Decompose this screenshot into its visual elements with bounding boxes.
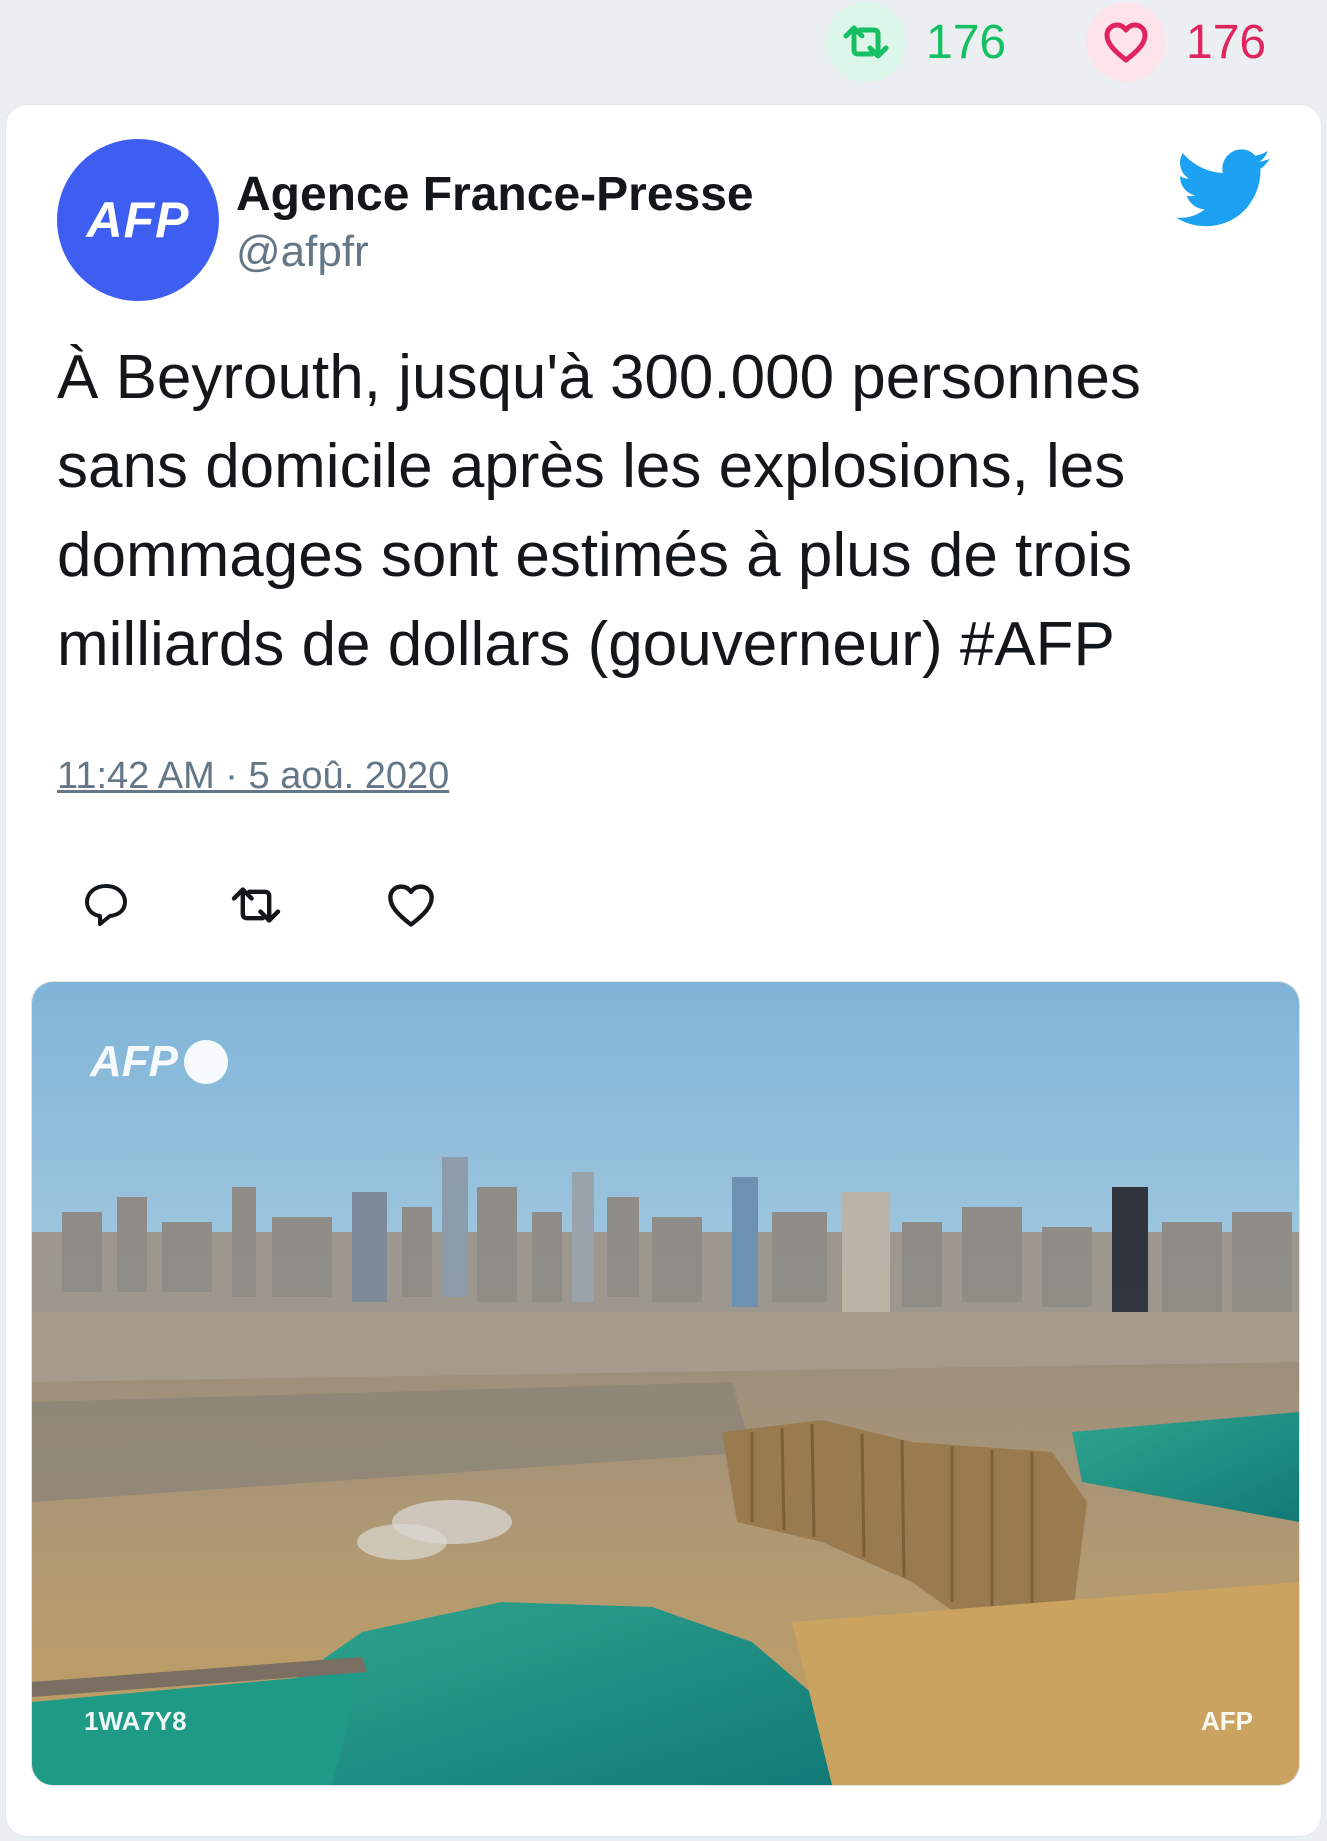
heart-icon[interactable] [1086, 2, 1166, 82]
beirut-port-photo [32, 982, 1299, 1785]
author-name[interactable]: Agence France-Presse [236, 167, 754, 222]
watermark-logo: AFP [90, 1037, 228, 1087]
like-stat[interactable]: 176 [1086, 0, 1266, 84]
retweet-icon[interactable] [826, 2, 906, 82]
avatar-text: AFP [86, 192, 190, 248]
tweet-text: À Beyrouth, jusqu'à 300.000 personnes sa… [57, 343, 1141, 679]
watermark-logo-text: AFP [90, 1037, 178, 1086]
like-count: 176 [1186, 15, 1267, 69]
avatar[interactable]: AFP [57, 139, 219, 301]
twitter-bird-icon[interactable] [1176, 149, 1272, 234]
tweet-card: AFP Agence France-Presse @afpfr À Beyrou… [5, 104, 1322, 1837]
photo-credit: AFP [1201, 1706, 1253, 1736]
author-handle[interactable]: @afpfr [236, 227, 369, 277]
watermark-dot-icon [184, 1040, 228, 1084]
tweet-timestamp[interactable]: 11:42 AM · 5 aoû. 2020 [57, 755, 449, 798]
like-action-icon[interactable] [381, 875, 441, 935]
retweet-stat[interactable]: 176 [826, 0, 1006, 84]
tweet-photo[interactable]: AFP 1WA7Y8 AFP [31, 981, 1300, 1786]
photo-id: 1WA7Y8 [84, 1706, 187, 1736]
retweet-count: 176 [926, 15, 1007, 69]
reply-icon[interactable] [76, 875, 136, 935]
engagement-bar: 176 176 [0, 0, 1327, 100]
retweet-action-icon[interactable] [226, 875, 286, 935]
